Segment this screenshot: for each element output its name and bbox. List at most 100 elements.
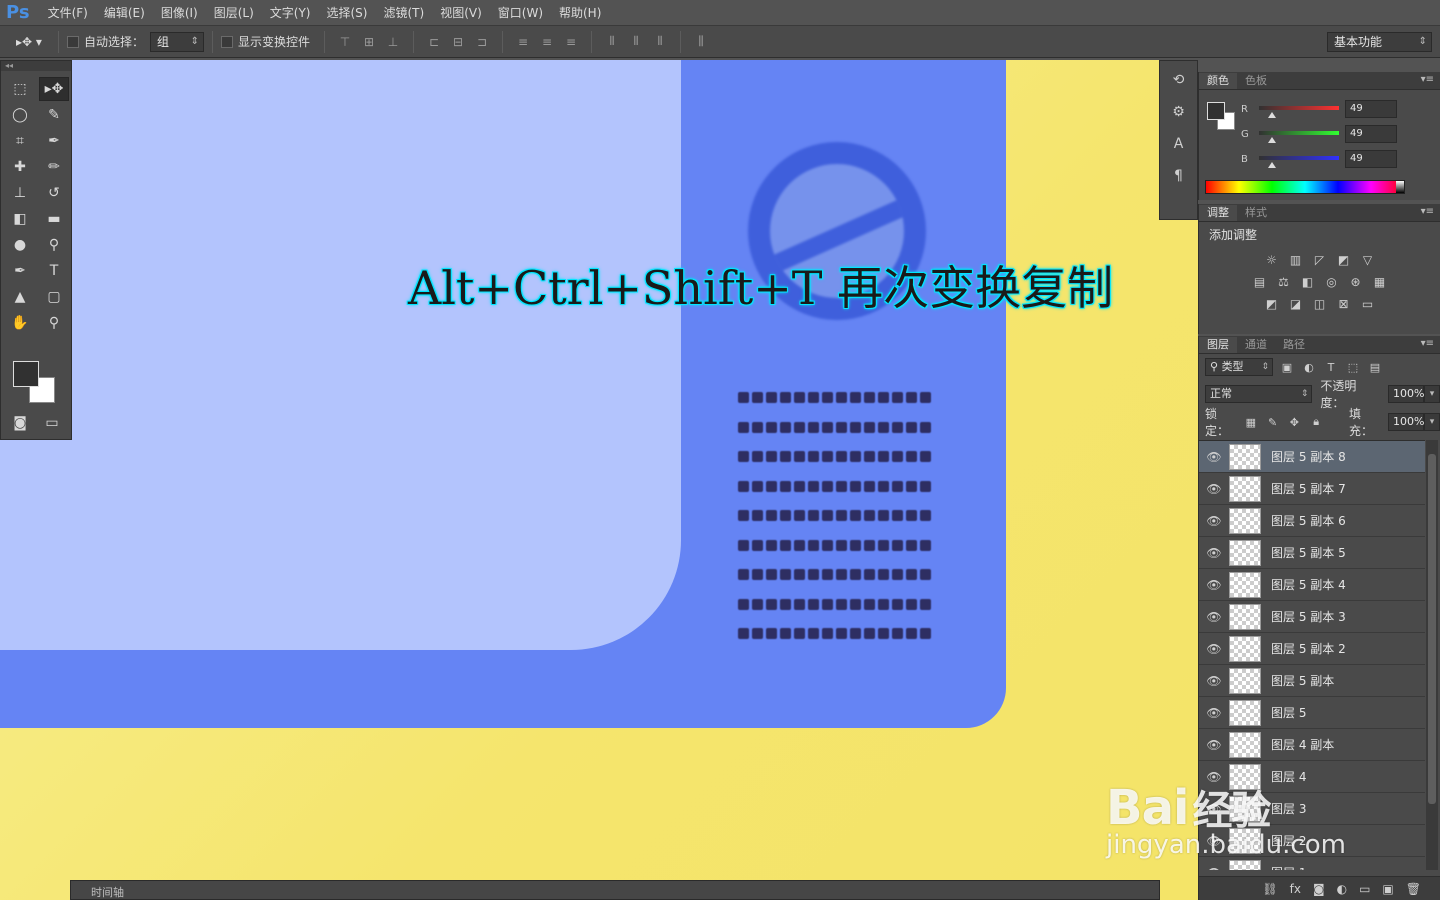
adjustment-filter-icon[interactable]: ◐	[1301, 361, 1317, 374]
lock-all-icon[interactable]: 🔒︎	[1309, 415, 1323, 429]
blue-value-field[interactable]: 49	[1345, 150, 1397, 168]
pixel-filter-icon[interactable]: ▣	[1279, 361, 1295, 374]
delete-layer-icon[interactable]: 🗑︎	[1406, 882, 1421, 896]
brightness-icon[interactable]: ☼	[1263, 251, 1281, 269]
blue-track[interactable]	[1259, 156, 1339, 160]
zoom-tool-icon[interactable]: ⚲	[39, 311, 69, 335]
healing-brush-icon[interactable]: ✚	[5, 155, 35, 179]
visibility-eye-icon[interactable]: 👁︎	[1199, 770, 1229, 784]
visibility-eye-icon[interactable]: 👁︎	[1199, 610, 1229, 624]
tab-paths[interactable]: 路径	[1275, 337, 1313, 353]
gradient-map-icon[interactable]: ▭	[1359, 295, 1377, 313]
tab-channels[interactable]: 通道	[1237, 337, 1275, 353]
hue-saturation-icon[interactable]: ▤	[1251, 273, 1269, 291]
color-balance-icon[interactable]: ⚖	[1275, 273, 1293, 291]
green-value-field[interactable]: 49	[1345, 125, 1397, 143]
visibility-eye-icon[interactable]: 👁︎	[1199, 642, 1229, 656]
menu-view[interactable]: 视图(V)	[432, 0, 490, 26]
eraser-tool-icon[interactable]: ◧	[5, 207, 35, 231]
distribute-bottom-icon[interactable]: ≡	[563, 34, 579, 50]
lock-pixels-icon[interactable]: ✎	[1266, 416, 1280, 429]
layer-row[interactable]: 👁︎ 图层 5 副本 8	[1199, 441, 1425, 473]
layer-row[interactable]: 👁︎ 图层 5 副本 5	[1199, 537, 1425, 569]
foreground-color-swatch[interactable]	[13, 361, 39, 387]
link-layers-icon[interactable]: ⛓	[1262, 882, 1277, 896]
align-left-icon[interactable]: ⊏	[426, 34, 442, 50]
paragraph-icon[interactable]: ¶	[1165, 163, 1193, 189]
workspace-dropdown[interactable]: 基本功能	[1327, 32, 1432, 52]
dodge-tool-icon[interactable]: ⚲	[39, 233, 69, 257]
layer-style-icon[interactable]: fx	[1290, 882, 1301, 896]
green-track[interactable]	[1259, 131, 1339, 135]
tab-adjustments[interactable]: 调整	[1199, 205, 1237, 221]
layers-scrollbar[interactable]	[1426, 440, 1438, 870]
panel-menu-icon[interactable]: ▾≡	[1421, 338, 1434, 349]
gradient-tool-icon[interactable]: ▬	[39, 207, 69, 231]
layer-row[interactable]: 👁︎ 图层 5 副本 6	[1199, 505, 1425, 537]
add-mask-icon[interactable]: ◙	[1313, 882, 1325, 896]
type-tool-icon[interactable]: T	[39, 259, 69, 283]
quick-mask-icon[interactable]: ◙	[5, 411, 35, 435]
visibility-eye-icon[interactable]: 👁︎	[1199, 738, 1229, 752]
menu-type[interactable]: 文字(Y)	[262, 0, 319, 26]
tab-styles[interactable]: 样式	[1237, 205, 1275, 221]
history-icon[interactable]: ⟲	[1165, 67, 1193, 93]
panel-menu-icon[interactable]: ▾≡	[1421, 74, 1434, 85]
layer-row[interactable]: 👁︎ 图层 4 副本	[1199, 729, 1425, 761]
levels-icon[interactable]: ▥	[1287, 251, 1305, 269]
tab-layers[interactable]: 图层	[1199, 337, 1237, 353]
layer-row[interactable]: 👁︎ 图层 4	[1199, 761, 1425, 793]
menu-help[interactable]: 帮助(H)	[551, 0, 609, 26]
brush-tool-icon[interactable]: ✏	[39, 155, 69, 179]
visibility-eye-icon[interactable]: 👁︎	[1199, 866, 1229, 871]
crop-tool-icon[interactable]: ⌗	[5, 129, 35, 153]
blend-mode-dropdown[interactable]: 正常	[1205, 385, 1313, 403]
invert-icon[interactable]: ◩	[1263, 295, 1281, 313]
menu-image[interactable]: 图像(I)	[153, 0, 206, 26]
visibility-eye-icon[interactable]: 👁︎	[1199, 546, 1229, 560]
vibrance-icon[interactable]: ▽	[1359, 251, 1377, 269]
layer-row[interactable]: 👁︎ 图层 5 副本 3	[1199, 601, 1425, 633]
smart-object-filter-icon[interactable]: ▤	[1367, 361, 1383, 374]
visibility-eye-icon[interactable]: 👁︎	[1199, 482, 1229, 496]
menu-edit[interactable]: 编辑(E)	[96, 0, 153, 26]
layer-row[interactable]: 👁︎ 图层 5 副本 2	[1199, 633, 1425, 665]
color-lookup-icon[interactable]: ▦	[1371, 273, 1389, 291]
color-spectrum-bar[interactable]	[1205, 180, 1405, 194]
tab-color[interactable]: 颜色	[1199, 73, 1237, 89]
shape-tool-icon[interactable]: ▢	[39, 285, 69, 309]
screen-mode-icon[interactable]: ▭	[37, 411, 67, 435]
properties-icon[interactable]: ⚙	[1165, 99, 1193, 125]
layer-row[interactable]: 👁︎ 图层 1	[1199, 857, 1425, 870]
posterize-icon[interactable]: ◪	[1287, 295, 1305, 313]
panel-menu-icon[interactable]: ▾≡	[1421, 206, 1434, 217]
show-transform-checkbox[interactable]	[221, 35, 234, 48]
layer-row[interactable]: 👁︎ 图层 3	[1199, 793, 1425, 825]
move-tool-icon[interactable]: ▸✥ ▾	[12, 34, 46, 50]
distribute-top-icon[interactable]: ≡	[515, 34, 531, 50]
menu-filter[interactable]: 滤镜(T)	[375, 0, 432, 26]
clone-stamp-icon[interactable]: ⊥	[5, 181, 35, 205]
menu-select[interactable]: 选择(S)	[319, 0, 376, 26]
tools-panel-header[interactable]: ◂◂	[1, 61, 71, 71]
hand-tool-icon[interactable]: ✋	[5, 311, 35, 335]
new-layer-icon[interactable]: ▣	[1382, 882, 1393, 896]
red-value-field[interactable]: 49	[1345, 100, 1397, 118]
selective-color-icon[interactable]: ⊠	[1335, 295, 1353, 313]
menu-file[interactable]: 文件(F)	[40, 0, 96, 26]
auto-select-dropdown[interactable]: 组	[150, 31, 205, 52]
layer-row[interactable]: 👁︎ 图层 5 副本	[1199, 665, 1425, 697]
align-vcenter-icon[interactable]: ⊞	[361, 34, 377, 50]
layer-row[interactable]: 👁︎ 图层 5	[1199, 697, 1425, 729]
align-right-icon[interactable]: ⊐	[474, 34, 490, 50]
exposure-icon[interactable]: ◩	[1335, 251, 1353, 269]
visibility-eye-icon[interactable]: 👁︎	[1199, 450, 1229, 464]
eyedropper-tool-icon[interactable]: ✒	[39, 129, 69, 153]
distribute-left-icon[interactable]: ⦀	[604, 34, 620, 50]
red-thumb[interactable]	[1268, 112, 1276, 118]
green-thumb[interactable]	[1268, 137, 1276, 143]
foreground-color-swatch[interactable]	[1207, 102, 1225, 120]
opacity-dropdown-arrow[interactable]: ▾	[1424, 385, 1440, 403]
layers-scrollbar-thumb[interactable]	[1428, 454, 1436, 804]
visibility-eye-icon[interactable]: 👁︎	[1199, 514, 1229, 528]
